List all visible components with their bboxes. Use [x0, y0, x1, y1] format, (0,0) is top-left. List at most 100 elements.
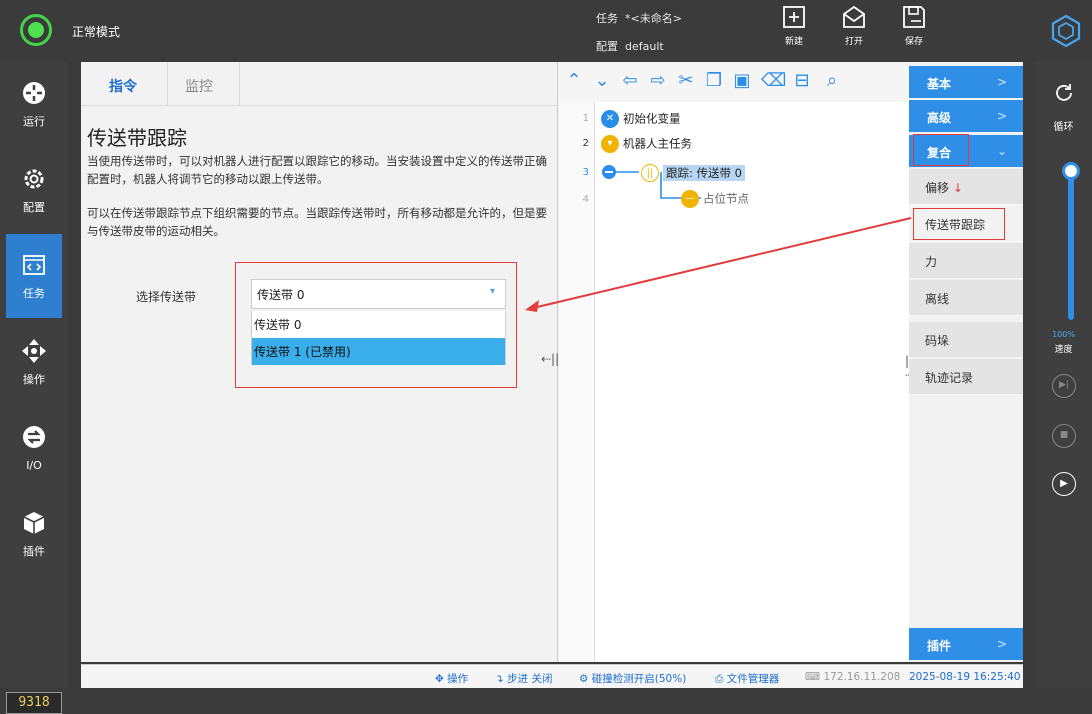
- config-value: default: [625, 40, 664, 53]
- category-label: 插件: [927, 639, 952, 653]
- move-up-icon[interactable]: ⌃: [563, 70, 585, 92]
- status-operate[interactable]: ✥ 操作: [435, 671, 468, 686]
- category-plugin[interactable]: 插件 >: [909, 628, 1023, 660]
- line-number: 3: [582, 167, 589, 178]
- variable-icon: ✕: [601, 110, 619, 128]
- nav-operate[interactable]: 操作: [6, 320, 62, 404]
- nav-io-label: I/O: [26, 459, 42, 472]
- undo-icon[interactable]: ⇦: [619, 70, 641, 92]
- chevron-down-icon: ▾: [489, 286, 495, 297]
- task-icon: [23, 255, 45, 275]
- nav-run[interactable]: 运行: [6, 62, 62, 146]
- logo-icon: [1051, 14, 1081, 48]
- main-area: 指令 监控 传送带跟踪 当使用传送带时，可以对机器人进行配置以跟踪它的移动。当安…: [81, 62, 1023, 662]
- nav-task[interactable]: 任务: [6, 234, 62, 318]
- tree-node[interactable]: — 占位节点: [681, 190, 749, 208]
- save-button[interactable]: 保存: [892, 4, 936, 58]
- panel-tabs: 指令 监控: [81, 62, 558, 106]
- config-info: 配置 default: [596, 38, 664, 54]
- category-label: 基本: [927, 77, 952, 91]
- chevron-down-icon: ⌄: [996, 144, 1007, 158]
- paste-icon[interactable]: ▣: [731, 70, 753, 92]
- conveyor-option[interactable]: 传送带 1 (已禁用): [251, 338, 506, 365]
- sub-item-label: 码垛: [925, 334, 950, 348]
- line-gutter: [559, 102, 595, 662]
- status-step[interactable]: ↴ 步进 关闭: [495, 671, 552, 686]
- command-categories: 基本 > 高级 > 复合 ⌄ 偏移 ↓ 传送带跟踪 力 离线 码垛 轨迹记录 插件 >: [909, 62, 1023, 662]
- nav-plugin[interactable]: 插件: [6, 492, 62, 576]
- sub-item-offset[interactable]: 偏移 ↓: [909, 169, 1023, 205]
- status-operate-label: 操作: [447, 673, 469, 685]
- tab-divider: [167, 62, 168, 106]
- speed-slider-handle[interactable]: [1062, 162, 1080, 180]
- config-label: 配置: [596, 40, 618, 53]
- chevron-right-icon: >: [996, 637, 1007, 651]
- tree-node[interactable]: ▾ 机器人主任务: [601, 135, 692, 153]
- tab-divider: [239, 62, 240, 106]
- nav-run-label: 运行: [23, 115, 45, 128]
- resize-handle-icon[interactable]: ⇠||: [541, 352, 559, 366]
- loop-icon[interactable]: [1053, 82, 1075, 104]
- redo-icon[interactable]: ⇨: [647, 70, 669, 92]
- select-conveyor-label: 选择传送带: [136, 290, 197, 304]
- command-panel: 指令 监控 传送带跟踪 当使用传送带时，可以对机器人进行配置以跟踪它的移动。当安…: [81, 62, 559, 662]
- power-status-icon[interactable]: [20, 14, 52, 46]
- category-label: 高级: [927, 111, 952, 125]
- line-number: 2: [582, 138, 589, 149]
- nav-config-label: 配置: [23, 201, 45, 214]
- open-icon: [843, 5, 865, 28]
- loop-label: 循环: [1053, 122, 1074, 133]
- description-2: 可以在传送带跟踪节点下组织需要的节点。当跟踪传送带时，所有移动都是允许的，但是要…: [87, 206, 547, 238]
- speed-percent: 100%: [1052, 330, 1075, 339]
- conveyor-select[interactable]: 传送带 0 ▾: [251, 279, 506, 309]
- tree-node[interactable]: ✕ 初始化变量: [601, 110, 681, 128]
- stop-icon[interactable]: ■: [1052, 424, 1076, 448]
- task-info: 任务 *<未命名>: [596, 10, 682, 26]
- nav-operate-label: 操作: [23, 373, 45, 386]
- annotation-arrow: [525, 217, 912, 312]
- plugin-icon: [23, 512, 45, 534]
- category-advanced[interactable]: 高级 >: [909, 100, 1023, 132]
- open-label: 打开: [844, 37, 863, 47]
- play-icon[interactable]: ▶: [1052, 472, 1076, 496]
- search-icon[interactable]: ⌕: [821, 70, 843, 92]
- new-button[interactable]: 新建: [772, 4, 816, 58]
- nav-config[interactable]: 配置: [6, 148, 62, 232]
- sub-item-force[interactable]: 力: [909, 243, 1023, 279]
- top-bar: 正常模式 任务 *<未命名> 配置 default 新建 打开 保存: [0, 0, 1092, 62]
- sub-item-palletizing[interactable]: 码垛: [909, 322, 1023, 358]
- tree-toolbar: ⌃ ⌄ ⇦ ⇨ ✂ ❐ ▣ ⌫ ⊟ ⌕: [559, 62, 909, 102]
- status-bar: ✥ 操作 ↴ 步进 关闭 ⚙ 碰撞检测开启(50%) ⎙ 文件管理器 ⌨ 172…: [81, 664, 1023, 688]
- status-collision[interactable]: ⚙ 碰撞检测开启(50%): [579, 671, 686, 686]
- speed-label: 速度: [1054, 345, 1073, 355]
- tree-node-selected[interactable]: || 跟踪: 传送带 0: [641, 164, 746, 182]
- nav-io[interactable]: I/O: [6, 406, 62, 490]
- open-button[interactable]: 打开: [832, 4, 876, 58]
- conveyor-option[interactable]: 传送带 0: [251, 311, 506, 338]
- delete-icon[interactable]: ⌫: [761, 70, 786, 92]
- tab-command[interactable]: 指令: [109, 76, 137, 96]
- left-nav: 运行 配置 任务 操作 I/O 插件 9318: [0, 62, 68, 714]
- category-basic[interactable]: 基本 >: [909, 66, 1023, 98]
- conveyor-select-value: 传送带 0: [257, 288, 305, 302]
- sub-item-trajectory[interactable]: 轨迹记录: [909, 359, 1023, 395]
- speed-slider[interactable]: [1068, 170, 1074, 320]
- cut-icon[interactable]: ✂: [675, 70, 697, 92]
- status-ip: ⌨ 172.16.11.208: [805, 671, 901, 683]
- sub-item-label: 离线: [925, 292, 950, 306]
- status-filemanager[interactable]: ⎙ 文件管理器: [715, 671, 779, 686]
- highlight-box: [913, 208, 1005, 240]
- sub-item-label: 力: [925, 255, 938, 269]
- tree-node-label: 跟踪: 传送带 0: [663, 164, 746, 181]
- sub-item-offline[interactable]: 离线: [909, 280, 1023, 316]
- move-down-icon[interactable]: ⌄: [591, 70, 613, 92]
- suppress-icon[interactable]: ⊟: [791, 70, 813, 92]
- step-icon[interactable]: ▶|: [1052, 374, 1076, 398]
- run-icon: [23, 82, 45, 104]
- tree-node-label: 机器人主任务: [623, 136, 692, 151]
- task-value: *<未命名>: [625, 12, 682, 25]
- move-icon: [22, 339, 46, 363]
- copy-icon[interactable]: ❐: [703, 70, 725, 92]
- cycle-counter: 9318: [6, 692, 62, 714]
- tab-monitor[interactable]: 监控: [185, 76, 213, 96]
